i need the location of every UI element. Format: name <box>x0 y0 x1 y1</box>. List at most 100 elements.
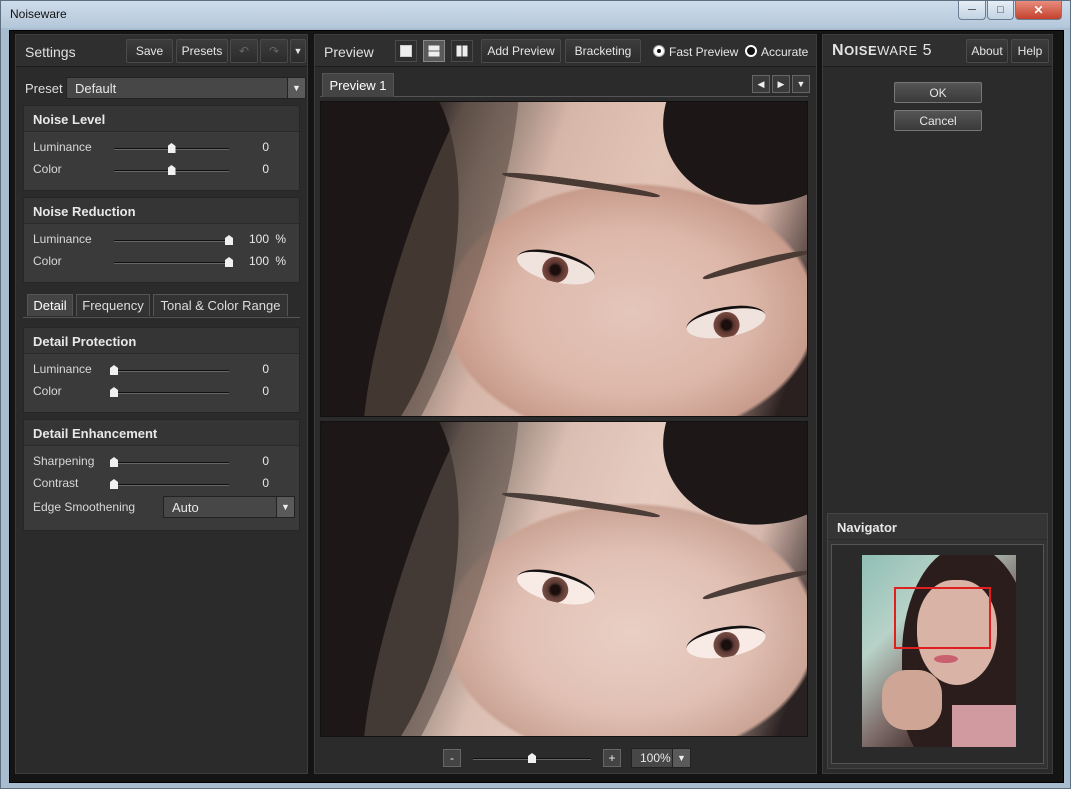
detail-protection-color-row: Color 0 <box>24 382 299 402</box>
settings-header: Settings Save Presets ↶ ↷ ▼ <box>16 35 307 67</box>
chevron-down-icon: ▼ <box>293 46 303 56</box>
zoom-bar: - + 100% ▼ <box>315 743 816 773</box>
tab-detail[interactable]: Detail <box>27 294 73 316</box>
chevron-down-icon: ▼ <box>672 749 690 767</box>
detail-protection-header: Detail Protection <box>24 328 299 354</box>
zoom-slider[interactable] <box>473 753 591 763</box>
tab-preview-1[interactable]: Preview 1 <box>322 73 394 97</box>
preset-select[interactable]: Default ▼ <box>66 77 306 99</box>
title-bar: Noiseware ─ □ ✕ <box>1 1 1070 28</box>
settings-panel: Settings Save Presets ↶ ↷ ▼ Preset Defau… <box>15 34 308 774</box>
contrast-slider[interactable] <box>110 479 229 489</box>
redo-icon: ↷ <box>268 44 280 58</box>
slider-thumb[interactable] <box>110 365 118 375</box>
zoom-select[interactable]: 100% ▼ <box>631 748 691 768</box>
detail-protection-color-label: Color <box>33 384 62 398</box>
noise-reduction-color-slider[interactable] <box>114 257 233 267</box>
tab-menu-button[interactable]: ▼ <box>792 75 810 93</box>
navigator-title: Navigator <box>837 520 897 535</box>
thumb-shirt <box>952 705 1016 747</box>
navigator-thumbnail[interactable] <box>862 555 1016 747</box>
add-preview-button[interactable]: Add Preview <box>481 39 561 63</box>
detail-protection-title: Detail Protection <box>33 334 137 349</box>
detail-protection-color-slider[interactable] <box>110 387 229 397</box>
navigator-viewport-rect[interactable] <box>894 587 991 649</box>
noise-reduction-luminance-slider[interactable] <box>114 235 233 245</box>
settings-title: Settings <box>25 44 76 60</box>
zoom-value: 100% <box>640 751 671 765</box>
noise-level-luminance-slider[interactable] <box>114 143 229 153</box>
split-vertical-button[interactable] <box>451 40 473 62</box>
noise-level-color-slider[interactable] <box>114 165 229 175</box>
slider-thumb[interactable] <box>110 387 118 397</box>
slider-thumb[interactable] <box>110 457 118 467</box>
bracketing-button[interactable]: Bracketing <box>565 39 641 63</box>
original-preview-image[interactable] <box>320 101 808 417</box>
maximize-button[interactable]: □ <box>987 1 1014 20</box>
zoom-in-button[interactable]: + <box>603 749 621 767</box>
tab-next-button[interactable]: ▶ <box>772 75 790 93</box>
thumb-lips <box>934 655 958 663</box>
fast-preview-radio[interactable] <box>653 45 665 57</box>
logo-version: 5 <box>922 42 933 59</box>
tab-frequency[interactable]: Frequency <box>76 294 150 316</box>
preview-header: Preview Add Preview Bracketing Fast Prev… <box>315 35 816 67</box>
edge-smoothening-select[interactable]: Auto ▼ <box>163 496 295 518</box>
tab-prev-button[interactable]: ◀ <box>752 75 770 93</box>
cancel-button[interactable]: Cancel <box>894 110 982 131</box>
close-button[interactable]: ✕ <box>1015 1 1062 20</box>
ok-button[interactable]: OK <box>894 82 982 103</box>
contrast-row: Contrast 0 <box>24 474 299 494</box>
thumb-hand <box>882 670 942 730</box>
split-horizontal-button[interactable] <box>423 40 445 62</box>
settings-menu-button[interactable]: ▼ <box>290 39 306 63</box>
detail-enhancement-section: Detail Enhancement Sharpening 0 Contrast… <box>23 419 300 531</box>
slider-thumb[interactable] <box>167 165 176 175</box>
chevron-left-icon: ◀ <box>757 78 765 89</box>
presets-button[interactable]: Presets <box>176 39 228 63</box>
logo-part: N <box>832 42 845 59</box>
split-vertical-icon <box>456 45 468 57</box>
noise-reduction-header: Noise Reduction <box>24 198 299 224</box>
detail-enhancement-header: Detail Enhancement <box>24 420 299 446</box>
sharpening-row: Sharpening 0 <box>24 452 299 472</box>
processed-preview-image[interactable] <box>320 421 808 737</box>
logo-part: OISE <box>844 43 878 58</box>
minimize-button[interactable]: ─ <box>958 1 986 20</box>
undo-button[interactable]: ↶ <box>230 39 258 63</box>
preset-label: Preset <box>25 81 63 96</box>
noise-reduction-color-row: Color 100 % <box>24 252 299 272</box>
edge-smoothening-value: Auto <box>172 500 199 515</box>
navigator-frame <box>831 544 1044 764</box>
sharpening-value: 0 <box>262 454 269 468</box>
detail-enhancement-title: Detail Enhancement <box>33 426 158 441</box>
save-button[interactable]: Save <box>126 39 173 63</box>
sharpening-slider[interactable] <box>110 457 229 467</box>
single-view-button[interactable] <box>395 40 417 62</box>
help-button[interactable]: Help <box>1011 39 1049 63</box>
accurate-radio[interactable] <box>745 45 757 57</box>
slider-thumb[interactable] <box>110 479 118 489</box>
tab-tonal-color-range[interactable]: Tonal & Color Range <box>153 294 288 316</box>
slider-thumb[interactable] <box>167 143 176 153</box>
redo-button[interactable]: ↷ <box>260 39 288 63</box>
navigator-header: Navigator <box>828 514 1047 540</box>
slider-thumb[interactable] <box>528 753 536 763</box>
noiseware-app: Settings Save Presets ↶ ↷ ▼ Preset Defau… <box>9 30 1064 783</box>
detail-protection-luminance-row: Luminance 0 <box>24 360 299 380</box>
contrast-value: 0 <box>262 476 269 490</box>
detail-protection-luminance-slider[interactable] <box>110 365 229 375</box>
chevron-right-icon: ▶ <box>777 78 785 89</box>
noise-reduction-section: Noise Reduction Luminance 100 % Color 10… <box>23 197 300 283</box>
split-horizontal-icon <box>428 45 440 57</box>
about-button[interactable]: About <box>966 39 1008 63</box>
noise-level-color-value: 0 <box>262 162 269 176</box>
contrast-label: Contrast <box>33 476 79 490</box>
chevron-down-icon: ▼ <box>796 79 806 89</box>
noise-reduction-title: Noise Reduction <box>33 204 136 219</box>
preview-title: Preview <box>324 44 374 60</box>
chevron-down-icon: ▼ <box>276 497 294 517</box>
noiseware-logo: NOISEWARE 5 <box>832 42 932 60</box>
zoom-out-button[interactable]: - <box>443 749 461 767</box>
noise-level-color-label: Color <box>33 162 62 176</box>
